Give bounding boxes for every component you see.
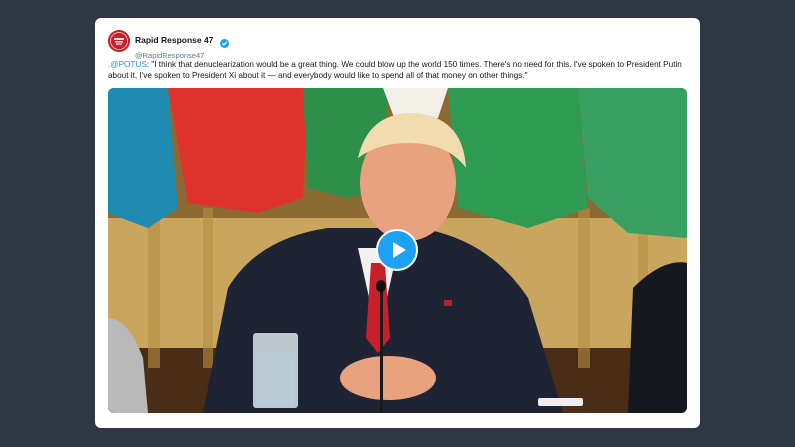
display-name[interactable]: Rapid Response 47 xyxy=(135,35,213,45)
tweet-card: Rapid Response 47 @RapidResponse47 .@POT… xyxy=(95,18,700,428)
verified-badge-icon xyxy=(219,35,229,49)
red-seal-avatar-icon xyxy=(108,30,130,52)
mention-link[interactable]: .@POTUS xyxy=(108,60,147,69)
avatar[interactable] xyxy=(108,30,130,52)
play-button[interactable] xyxy=(376,229,418,271)
video-player[interactable] xyxy=(108,88,687,413)
play-icon xyxy=(393,242,406,258)
account-names: Rapid Response 47 @RapidResponse47 xyxy=(135,31,229,60)
tweet-body: : "I think that denuclearization would b… xyxy=(108,60,682,80)
tweet-text: .@POTUS: "I think that denuclearization … xyxy=(108,59,688,81)
